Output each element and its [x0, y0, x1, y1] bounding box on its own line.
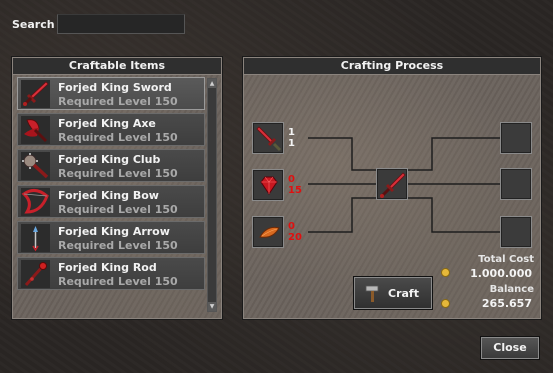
ingredient-3-have: 0	[288, 221, 295, 232]
result-slot[interactable]	[376, 168, 408, 200]
item-forjed-king-axe[interactable]: Forjed King Axe Required Level 150	[17, 113, 205, 146]
leaf-icon	[259, 226, 280, 238]
item-requirement: Required Level 150	[58, 239, 178, 252]
close-button[interactable]: Close	[481, 337, 539, 359]
arrow-icon	[21, 224, 50, 252]
ingredient-3-need: 20	[288, 232, 302, 243]
item-name: Forjed King Axe	[58, 117, 156, 130]
item-requirement: Required Level 150	[58, 167, 178, 180]
craftable-items-title: Craftable Items	[13, 58, 221, 75]
scroll-down-icon[interactable]: ▼	[208, 302, 216, 311]
balance-value: 265.657	[481, 297, 532, 310]
ruby-icon	[260, 176, 278, 195]
item-requirement: Required Level 150	[58, 203, 178, 216]
ingredient-1-have: 1	[288, 127, 295, 138]
craft-button[interactable]: Craft	[354, 277, 432, 309]
axe-icon	[21, 116, 50, 144]
sword-icon	[256, 126, 282, 152]
item-requirement: Required Level 150	[58, 275, 178, 288]
item-name: Forjed King Sword	[58, 81, 172, 94]
output-slot-1[interactable]	[500, 122, 532, 154]
craft-button-label: Craft	[388, 287, 419, 300]
item-list-scrollbar[interactable]: ▲ ▼	[207, 78, 217, 312]
search-label: Search	[12, 18, 55, 31]
ingredient-2-need: 15	[288, 185, 302, 196]
gold-coin-icon	[441, 268, 450, 277]
craftable-items-panel: Craftable Items Forjed King Sword Requir…	[12, 57, 222, 319]
ingredient-slot-3[interactable]	[252, 216, 284, 248]
item-name: Forjed King Arrow	[58, 225, 170, 238]
sword-icon	[380, 172, 406, 198]
bow-icon	[21, 188, 50, 216]
balance-label: Balance	[489, 284, 534, 295]
item-requirement: Required Level 150	[58, 95, 178, 108]
crafting-process-panel: Crafting Process 1 1 0 15 0 20 Total Cos…	[243, 57, 541, 319]
total-cost-value: 1.000.000	[470, 267, 532, 280]
sword-icon	[21, 80, 50, 108]
output-slot-2[interactable]	[500, 168, 532, 200]
item-forjed-king-rod[interactable]: Forjed King Rod Required Level 150	[17, 257, 205, 290]
scroll-up-icon[interactable]: ▲	[208, 79, 216, 88]
item-requirement: Required Level 150	[58, 131, 178, 144]
item-forjed-king-club[interactable]: Forjed King Club Required Level 150	[17, 149, 205, 182]
total-cost-label: Total Cost	[478, 254, 534, 265]
item-forjed-king-bow[interactable]: Forjed King Bow Required Level 150	[17, 185, 205, 218]
output-slot-3[interactable]	[500, 216, 532, 248]
ingredient-1-need: 1	[288, 138, 295, 149]
ingredient-slot-1[interactable]	[252, 122, 284, 154]
ingredient-2-have: 0	[288, 174, 295, 185]
search-input[interactable]	[57, 14, 185, 34]
item-name: Forjed King Club	[58, 153, 161, 166]
gold-coin-icon	[441, 299, 450, 308]
rod-icon	[21, 260, 50, 288]
item-name: Forjed King Bow	[58, 189, 159, 202]
hammer-icon	[365, 285, 379, 302]
item-forjed-king-sword[interactable]: Forjed King Sword Required Level 150	[17, 77, 205, 110]
item-name: Forjed King Rod	[58, 261, 157, 274]
club-icon	[21, 152, 50, 180]
item-forjed-king-arrow[interactable]: Forjed King Arrow Required Level 150	[17, 221, 205, 254]
ingredient-slot-2[interactable]	[252, 169, 284, 201]
